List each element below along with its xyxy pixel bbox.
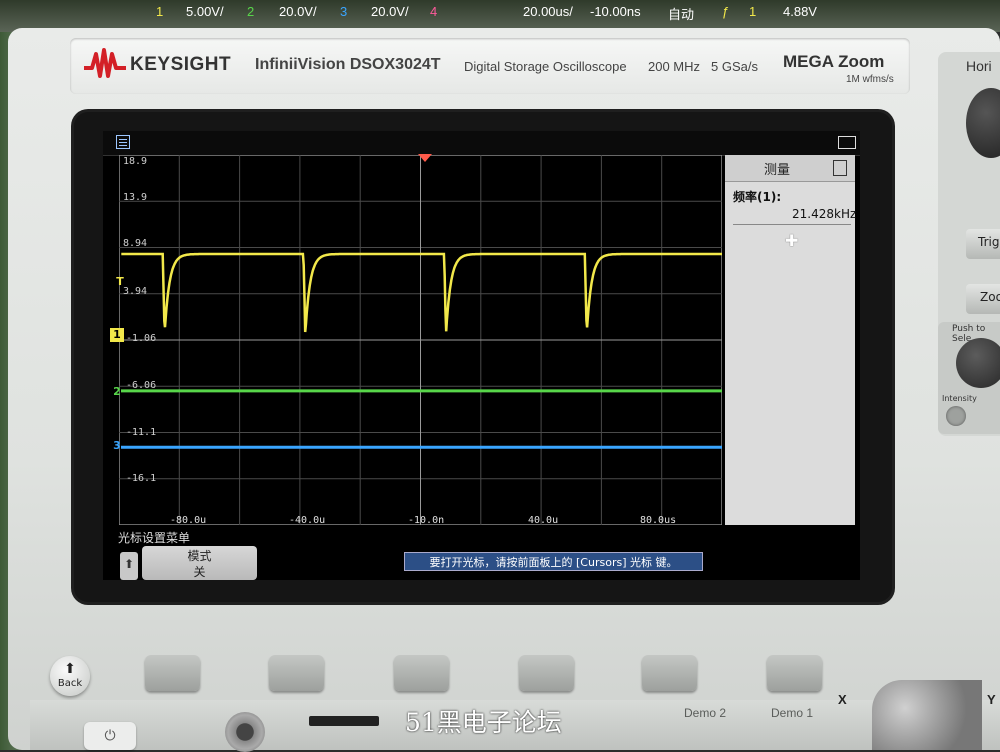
intensity-button[interactable] [946, 406, 966, 426]
entry-knob[interactable] [956, 338, 1000, 388]
ch3-scale: 20.0V/ [371, 4, 409, 19]
cursor-mode-label: 模式 [187, 549, 212, 563]
delay: -10.00ns [590, 4, 641, 19]
demo1-label: Demo 1 [771, 706, 814, 720]
trigger-mode: 自动 [668, 7, 695, 22]
ch3-number: 3 [340, 4, 348, 19]
ch3-ground-marker[interactable]: 3 [110, 439, 124, 453]
trigger-slope-icon: ƒ [722, 4, 730, 19]
brand-name: KEYSIGHT [130, 54, 232, 75]
model-description: Digital Storage Oscilloscope [464, 59, 627, 74]
menu-up-button[interactable]: ⬆ [120, 552, 138, 580]
up-arrow-icon: ⬆ [124, 557, 135, 571]
t-label: -40.0u [289, 515, 326, 526]
v-label: 18.9 [123, 156, 148, 167]
v-label: -16.1 [126, 473, 157, 484]
add-measurement-icon[interactable]: ✚ [785, 231, 798, 250]
v-label: -1.06 [126, 333, 157, 344]
v-label: -11.1 [126, 427, 157, 438]
watermark: 51黑电子论坛 [405, 708, 562, 737]
sample-rate-spec: 5 GSa/s [711, 59, 758, 74]
intensity-label: Intensity [942, 394, 977, 403]
zoom-button[interactable]: Zoo [966, 284, 1000, 314]
softkey-4[interactable] [519, 655, 574, 691]
demo2-label: Demo 2 [684, 706, 727, 720]
frequency-value: 21.428kHz [792, 207, 857, 221]
v-label: 8.94 [123, 238, 148, 249]
ch2-number: 2 [247, 4, 255, 19]
softkey-1[interactable] [145, 655, 200, 691]
v-label: 13.9 [123, 192, 148, 203]
power-button[interactable]: ⏻ [84, 722, 136, 750]
horizontal-label: Hori [966, 58, 992, 74]
keysight-logo-icon [84, 48, 126, 78]
menu-title: 光标设置菜单 [118, 531, 191, 545]
softkey-3[interactable] [394, 655, 449, 691]
back-button[interactable]: ⬆ Back [50, 656, 90, 696]
cursor-mode-value: 关 [193, 565, 206, 579]
menu-icon[interactable] [116, 135, 130, 149]
x-input-label: X [838, 692, 847, 707]
t-label: -10.0n [408, 515, 445, 526]
softkey-6[interactable] [767, 655, 822, 691]
frequency-label: 频率(1): [733, 190, 782, 204]
trigger-level: 4.88V [783, 4, 817, 19]
ch2-ground-marker[interactable]: 2 [110, 385, 124, 399]
megazoom-sub: 1M wfms/s [846, 74, 894, 85]
model-name: InfiniiVision DSOX3024T [255, 56, 441, 73]
back-arrow-icon: ⬆ [64, 661, 76, 677]
ch1-ground-marker[interactable]: 1 [110, 328, 124, 342]
usb-port [309, 716, 379, 726]
t-label: 80.0us [640, 515, 677, 526]
ch2-scale: 20.0V/ [279, 4, 317, 19]
trigger-button[interactable]: Trig [966, 229, 1000, 259]
ch1-number: 1 [156, 4, 164, 19]
status-bar [103, 131, 860, 156]
v-label: -6.06 [126, 380, 157, 391]
trigger-level-marker[interactable]: T [113, 275, 127, 289]
softkey-2[interactable] [269, 655, 324, 691]
measure-panel-title: 测量 [764, 163, 791, 178]
ch4-number: 4 [430, 4, 438, 19]
t-label: 40.0u [528, 515, 559, 526]
y-input-label: Y [987, 692, 996, 707]
softkey-5[interactable] [642, 655, 697, 691]
timebase: 20.00us/ [523, 4, 573, 19]
power-icon: ⏻ [104, 728, 116, 744]
cursor-mode-softkey[interactable]: 模式 关 [142, 546, 257, 580]
probe-connector [872, 680, 982, 750]
bnc-connector [225, 712, 265, 752]
ch1-scale: 5.00V/ [186, 4, 224, 19]
megazoom-logo: MEGA Zoom [783, 52, 885, 71]
measure-divider [733, 224, 851, 225]
trigger-source: 1 [749, 4, 757, 19]
hint-message: 要打开光标，请按前面板上的 [Cursors] 光标 键。 [404, 552, 703, 571]
t-label: -80.0u [170, 515, 207, 526]
trigger-position-icon [418, 154, 432, 162]
bandwidth-spec: 200 MHz [648, 59, 701, 74]
measure-list-icon[interactable] [833, 160, 847, 176]
battery-icon [838, 136, 856, 149]
back-label: Back [57, 678, 83, 689]
waveform-grid [119, 155, 722, 525]
